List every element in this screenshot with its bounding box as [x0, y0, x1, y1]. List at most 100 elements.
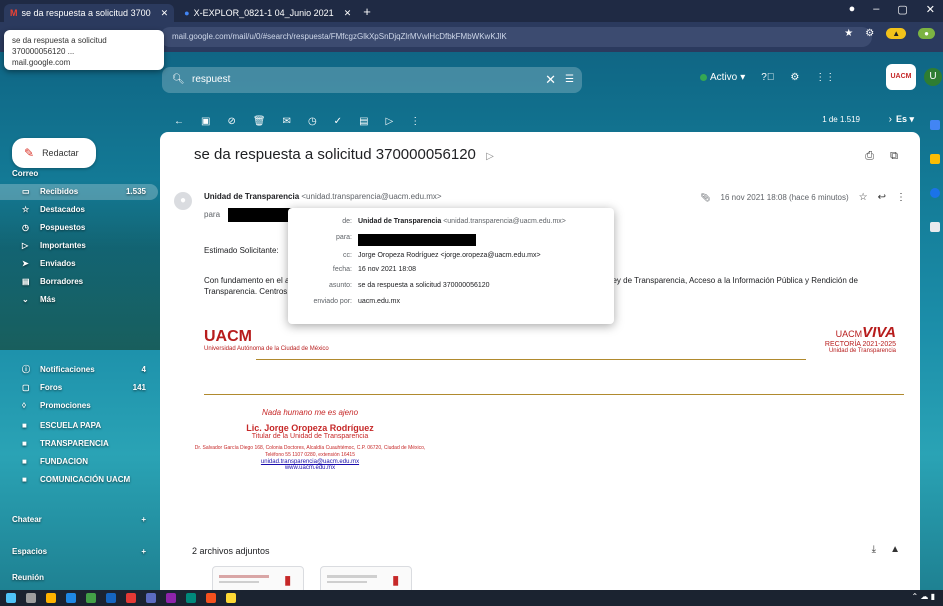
- chevron-down-icon: ▾: [740, 72, 746, 83]
- bookmark-icon[interactable]: ★: [844, 28, 853, 39]
- more-vert-icon[interactable]: ⋮: [410, 116, 420, 127]
- system-tray[interactable]: ⌃ ☁ ▮: [911, 592, 935, 601]
- file-explorer-icon[interactable]: [46, 593, 56, 603]
- profile-icon[interactable]: ●: [849, 3, 856, 16]
- tooltip-title: se da respuesta a solicitud: [12, 36, 107, 45]
- window-close-icon[interactable]: ✕: [926, 3, 935, 16]
- sidebar-label-item[interactable]: ■ COMUNICACIÓN UACM: [0, 472, 158, 488]
- status-selector[interactable]: Activo ▾: [700, 72, 745, 83]
- search-icon[interactable]: [26, 593, 36, 603]
- section-chat[interactable]: Chatear +: [0, 512, 158, 528]
- chevron-right-icon[interactable]: ›: [889, 114, 892, 125]
- sidebar-item-important[interactable]: ▷ Importantes: [0, 238, 158, 254]
- sidebar-label-item[interactable]: ■ TRANSPARENCIA: [0, 436, 158, 452]
- print-icon[interactable]: ⎙: [865, 150, 874, 163]
- app-icon[interactable]: [226, 593, 236, 603]
- maximize-icon[interactable]: ▢: [897, 3, 907, 16]
- org-logo[interactable]: UACM: [886, 64, 916, 90]
- calendar-icon[interactable]: [930, 120, 940, 130]
- sidebar-item-label: Foros: [40, 383, 63, 392]
- download-all-icon[interactable]: ⤓: [872, 544, 876, 555]
- section-spaces[interactable]: Espacios +: [0, 544, 158, 560]
- clear-search-icon[interactable]: ✕: [545, 67, 556, 93]
- search-options-icon[interactable]: ☰: [565, 67, 574, 93]
- sidebar-label-item[interactable]: ■ FUNDACION: [0, 454, 158, 470]
- detail-key: de:: [342, 218, 352, 225]
- more-vert-icon[interactable]: ⋮: [896, 192, 906, 203]
- settings-gear-icon[interactable]: ⚙: [790, 72, 799, 83]
- chrome-icon[interactable]: [126, 593, 136, 603]
- delete-icon[interactable]: 🗑︎: [253, 116, 266, 127]
- close-icon[interactable]: ✕: [161, 8, 169, 19]
- sidebar-item-snoozed[interactable]: ◷ Pospuestos: [0, 220, 158, 236]
- extension-badge-icon[interactable]: ▲: [886, 28, 907, 39]
- compose-button[interactable]: ✎ Redactar: [12, 138, 96, 168]
- search-input[interactable]: 🔍︎ respuest ✕ ☰: [162, 67, 582, 93]
- mark-unread-icon[interactable]: ✉: [283, 116, 291, 127]
- profile-pill-icon[interactable]: ●: [918, 28, 935, 39]
- app-icon[interactable]: [206, 593, 216, 603]
- move-to-icon[interactable]: ▤: [359, 116, 368, 127]
- add-icon[interactable]: +: [141, 512, 146, 528]
- section-label: Correo: [12, 169, 39, 178]
- search-value: respuest: [192, 74, 231, 85]
- search-icon[interactable]: 🔍︎: [172, 67, 185, 93]
- sidebar-item-label: ESCUELA PAPA: [40, 421, 102, 430]
- keep-icon[interactable]: [930, 154, 940, 164]
- teams-icon[interactable]: [146, 593, 156, 603]
- section-mail[interactable]: Correo: [0, 166, 158, 182]
- detail-value: Unidad de Transparencia <unidad.transpar…: [358, 218, 566, 225]
- sidebar-item-label: Importantes: [40, 241, 86, 250]
- sidebar-item-inbox[interactable]: ▭ Recibidos 1.535: [0, 184, 158, 200]
- input-language-button[interactable]: Es ▾: [896, 114, 914, 125]
- sidebar-label-item[interactable]: ■ ESCUELA PAPA: [0, 418, 158, 434]
- sidebar-item-drafts[interactable]: ▤ Borradores: [0, 274, 158, 290]
- add-task-icon[interactable]: ✓: [334, 116, 342, 127]
- url-field[interactable]: mail.google.com/mail/u/0/#search/respues…: [160, 27, 872, 47]
- sidebar-item-more[interactable]: ⌄ Más: [0, 292, 158, 308]
- windows-start-icon[interactable]: [6, 593, 16, 603]
- archive-icon[interactable]: ▣: [201, 116, 210, 127]
- detail-row-date: fecha: 16 nov 2021 18:08: [288, 266, 614, 278]
- contacts-icon[interactable]: [930, 222, 940, 232]
- label-icon[interactable]: ▷: [486, 151, 494, 162]
- label-icon: ■: [22, 457, 27, 466]
- section-meet[interactable]: Reunión: [0, 570, 158, 586]
- avatar[interactable]: U: [924, 68, 942, 86]
- reply-icon[interactable]: ↩: [878, 192, 886, 203]
- new-tab-button[interactable]: +: [363, 4, 371, 19]
- app-icon[interactable]: [166, 593, 176, 603]
- signature-website[interactable]: www.uacm.edu.mx: [190, 465, 430, 471]
- save-to-drive-icon[interactable]: ▲: [890, 544, 900, 555]
- apps-grid-icon[interactable]: ⋮⋮: [815, 72, 835, 83]
- sidebar-item-sent[interactable]: ➤ Enviados: [0, 256, 158, 272]
- snooze-icon[interactable]: ◷: [308, 116, 317, 127]
- word-icon[interactable]: [106, 593, 116, 603]
- edge-icon[interactable]: [66, 593, 76, 603]
- excel-icon[interactable]: [86, 593, 96, 603]
- tab-email[interactable]: M se da respuesta a solicitud 3700 ✕: [4, 4, 175, 22]
- viva-unit: Unidad de Transparencia: [828, 348, 896, 354]
- help-icon[interactable]: ?⃝: [761, 72, 774, 83]
- sidebar-item-updates[interactable]: ⓘ Notificaciones 4: [0, 362, 158, 378]
- open-new-window-icon[interactable]: ⧉: [890, 150, 898, 163]
- add-icon[interactable]: +: [141, 544, 146, 560]
- extensions-icon[interactable]: ⚙: [865, 28, 874, 39]
- tab-document[interactable]: ● X-EXPLOR_0821-1 04_Junio 2021 ✕: [178, 4, 357, 22]
- sidebar-item-starred[interactable]: ☆ Destacados: [0, 202, 158, 218]
- app-icon[interactable]: [186, 593, 196, 603]
- label-icon[interactable]: ▷: [386, 116, 394, 127]
- close-icon[interactable]: ✕: [344, 8, 352, 19]
- back-arrow-icon[interactable]: ←: [174, 116, 184, 127]
- report-spam-icon[interactable]: ⊘: [227, 116, 235, 127]
- sidebar-item-promotions[interactable]: ◊ Promociones: [0, 398, 158, 414]
- tooltip-domain: mail.google.com: [12, 58, 71, 67]
- sidebar-item-forums[interactable]: ▢ Foros 141: [0, 380, 158, 396]
- star-icon[interactable]: ☆: [859, 192, 868, 203]
- sender-line[interactable]: Unidad de Transparencia <unidad.transpar…: [204, 192, 442, 201]
- label-icon: ■: [22, 421, 27, 430]
- to-prefix: para: [204, 210, 221, 220]
- minimize-icon[interactable]: –: [873, 3, 879, 16]
- tasks-icon[interactable]: [930, 188, 940, 198]
- page-preview: [219, 575, 269, 578]
